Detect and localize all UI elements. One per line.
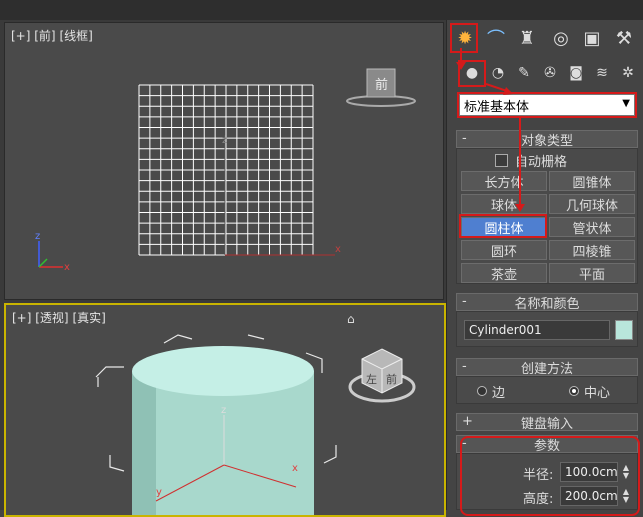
annotation-arrows (456, 48, 525, 212)
